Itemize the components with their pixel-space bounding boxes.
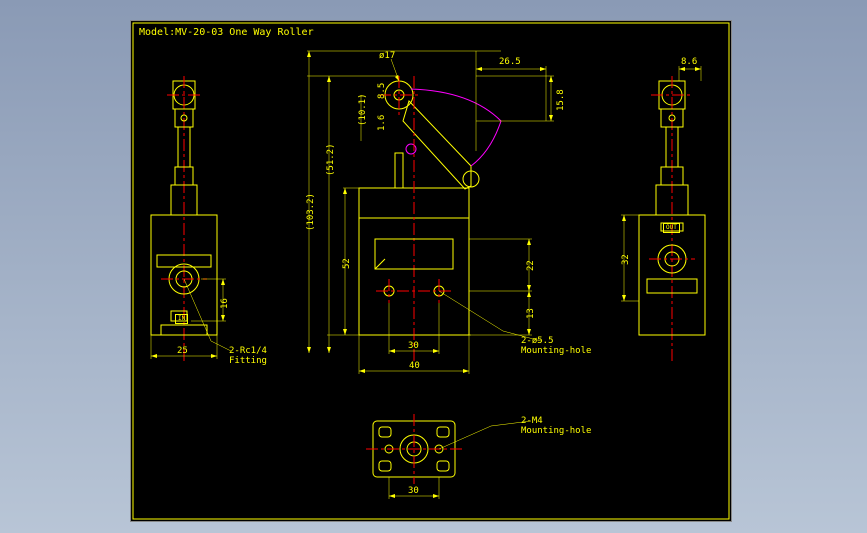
cad-drawing-canvas: Model:MV-20-03 One Way Roller [130, 20, 732, 522]
dim-13: 13 [526, 308, 536, 319]
right-view [621, 66, 705, 361]
label-fitting: 2-Rc1/4 Fitting [229, 346, 267, 366]
dim-15-8: 15.8 [556, 89, 566, 111]
label-out: OUT [663, 223, 680, 233]
dim-103-2: (103.2) [306, 193, 316, 231]
dim-dia17: ø17 [379, 51, 395, 61]
dim-40: 40 [409, 361, 420, 371]
label-in: IN [175, 314, 188, 324]
dim-22: 22 [526, 260, 536, 271]
dim-30-bottom: 30 [408, 486, 419, 496]
left-view [151, 76, 231, 361]
dim-30: 30 [408, 341, 419, 351]
dim-8-6: 8.6 [681, 57, 697, 67]
dim-25: 25 [177, 346, 188, 356]
label-mounting-hole-1: 2-ø5.5 Mounting-hole [521, 336, 591, 356]
label-mounting-hole-2: 2-M4 Mounting-hole [521, 416, 591, 436]
dim-32: 32 [621, 254, 631, 265]
dim-51-2: (51.2) [326, 143, 336, 176]
bottom-view [366, 414, 531, 499]
center-view [307, 51, 554, 374]
dim-16: 16 [220, 298, 230, 309]
dim-52: 52 [342, 258, 352, 269]
dim-1-6: 1.6 [377, 115, 387, 131]
dim-10-1: (10.1) [358, 93, 368, 126]
dim-26-5: 26.5 [499, 57, 521, 67]
dim-8-5: 8.5 [377, 83, 387, 99]
drawing-svg [131, 21, 731, 521]
